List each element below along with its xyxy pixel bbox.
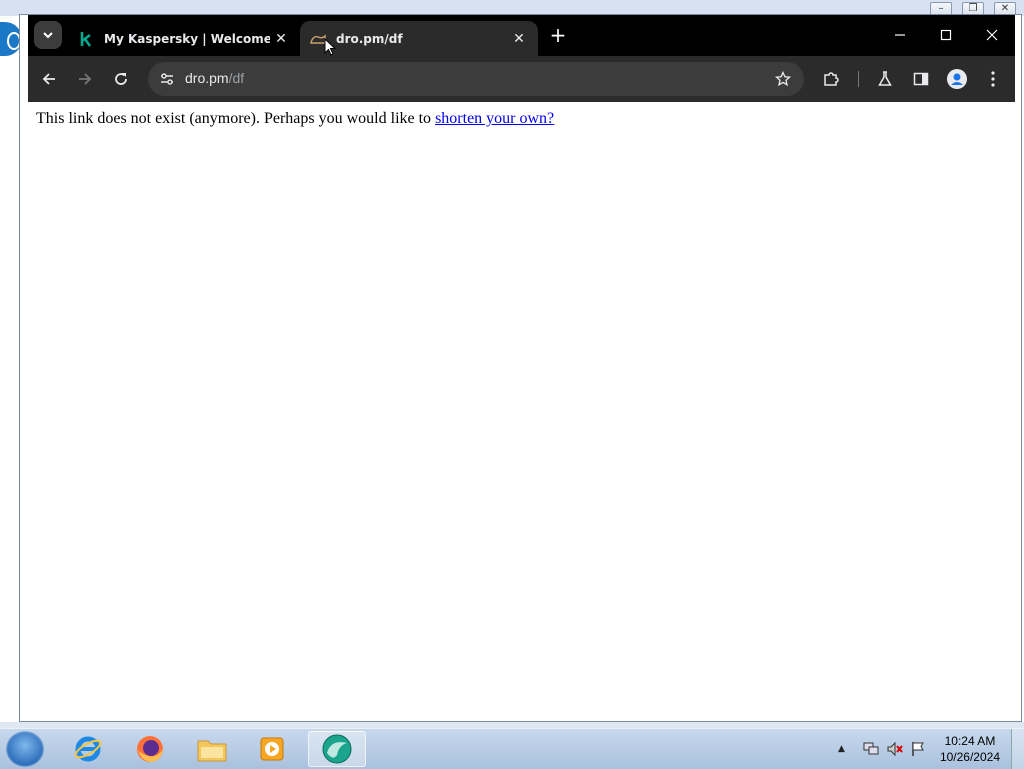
message-text: This link does not exist (anymore). Perh…	[36, 110, 436, 127]
internet-explorer-icon	[74, 736, 102, 762]
taskbar-chrome[interactable]	[308, 731, 366, 767]
media-player-icon	[260, 737, 284, 761]
tab-kaspersky[interactable]: My Kaspersky | Welcome ✕	[68, 21, 300, 56]
tab-search-button[interactable]	[34, 21, 62, 49]
mouse-cursor-icon	[324, 38, 336, 56]
address-bar[interactable]: dro.pm/df	[148, 62, 804, 96]
reload-button[interactable]	[107, 65, 135, 93]
browser-toolbar: dro.pm/df	[28, 56, 1015, 102]
close-icon[interactable]: ✕	[270, 28, 292, 50]
network-icon[interactable]	[862, 741, 880, 757]
maximize-button[interactable]	[932, 23, 960, 47]
firefox-icon	[137, 736, 163, 762]
file-explorer-icon	[197, 740, 227, 762]
url-host: dro.pm	[185, 70, 229, 86]
close-icon	[986, 29, 998, 41]
clock-time: 10:24 AM	[944, 734, 996, 748]
close-icon[interactable]: ✕	[508, 28, 530, 50]
taskbar-media-player[interactable]	[244, 731, 300, 767]
start-button[interactable]	[6, 731, 44, 767]
volume-muted-icon[interactable]	[886, 741, 904, 757]
toolbar-divider	[858, 71, 859, 87]
forward-button[interactable]	[71, 65, 99, 93]
taskbar: ▲ 10:24 AM 10/26/2024	[0, 728, 1024, 769]
chrome-icon	[322, 734, 352, 764]
puzzle-icon	[824, 72, 839, 86]
url-path: /df	[228, 70, 245, 86]
minimize-button[interactable]	[886, 23, 914, 47]
avatar-icon	[947, 69, 967, 89]
more-vertical-icon	[991, 71, 995, 87]
bookmark-star-icon[interactable]	[772, 68, 794, 90]
reload-icon	[115, 73, 127, 85]
system-tray: ▲ 10:24 AM 10/26/2024	[838, 729, 1000, 769]
action-center-flag-icon[interactable]	[910, 741, 926, 757]
tab-strip: My Kaspersky | Welcome ✕ dro.pm/df ✕ +	[28, 15, 1015, 56]
chevron-down-icon	[43, 32, 53, 39]
page-content: This link does not exist (anymore). Perh…	[28, 102, 1015, 715]
show-hidden-icons-icon[interactable]: ▲	[838, 744, 852, 754]
tab-title: My Kaspersky | Welcome	[104, 31, 270, 46]
show-desktop-button[interactable]	[1011, 729, 1024, 769]
browser-window: My Kaspersky | Welcome ✕ dro.pm/df ✕ + d…	[19, 14, 1022, 722]
side-panel-icon	[913, 72, 929, 86]
new-tab-button[interactable]: +	[546, 24, 570, 48]
kaspersky-icon	[78, 31, 94, 47]
arrow-left-icon	[42, 73, 55, 85]
back-button[interactable]	[35, 65, 63, 93]
profile-button[interactable]	[943, 65, 971, 93]
flask-icon	[878, 71, 892, 86]
taskbar-internet-explorer[interactable]	[60, 731, 116, 767]
menu-button[interactable]	[979, 65, 1007, 93]
minimize-icon	[895, 34, 905, 36]
site-settings-icon[interactable]	[156, 68, 178, 90]
clock-date: 10/26/2024	[939, 750, 1000, 764]
tab-title: dro.pm/df	[336, 31, 403, 46]
extensions-button[interactable]	[817, 65, 845, 93]
taskbar-firefox[interactable]	[122, 731, 178, 767]
side-panel-button[interactable]	[907, 65, 935, 93]
taskbar-file-explorer[interactable]	[184, 731, 240, 767]
arrow-right-icon	[79, 73, 92, 85]
error-message: This link does not exist (anymore). Perh…	[36, 110, 554, 128]
url-text: dro.pm/df	[185, 70, 244, 86]
labs-button[interactable]	[871, 65, 899, 93]
close-window-button[interactable]	[978, 23, 1006, 47]
shorten-link[interactable]: shorten your own?	[435, 110, 554, 127]
system-clock[interactable]: 10:24 AM 10/26/2024	[940, 733, 1000, 765]
maximize-icon	[940, 29, 952, 41]
